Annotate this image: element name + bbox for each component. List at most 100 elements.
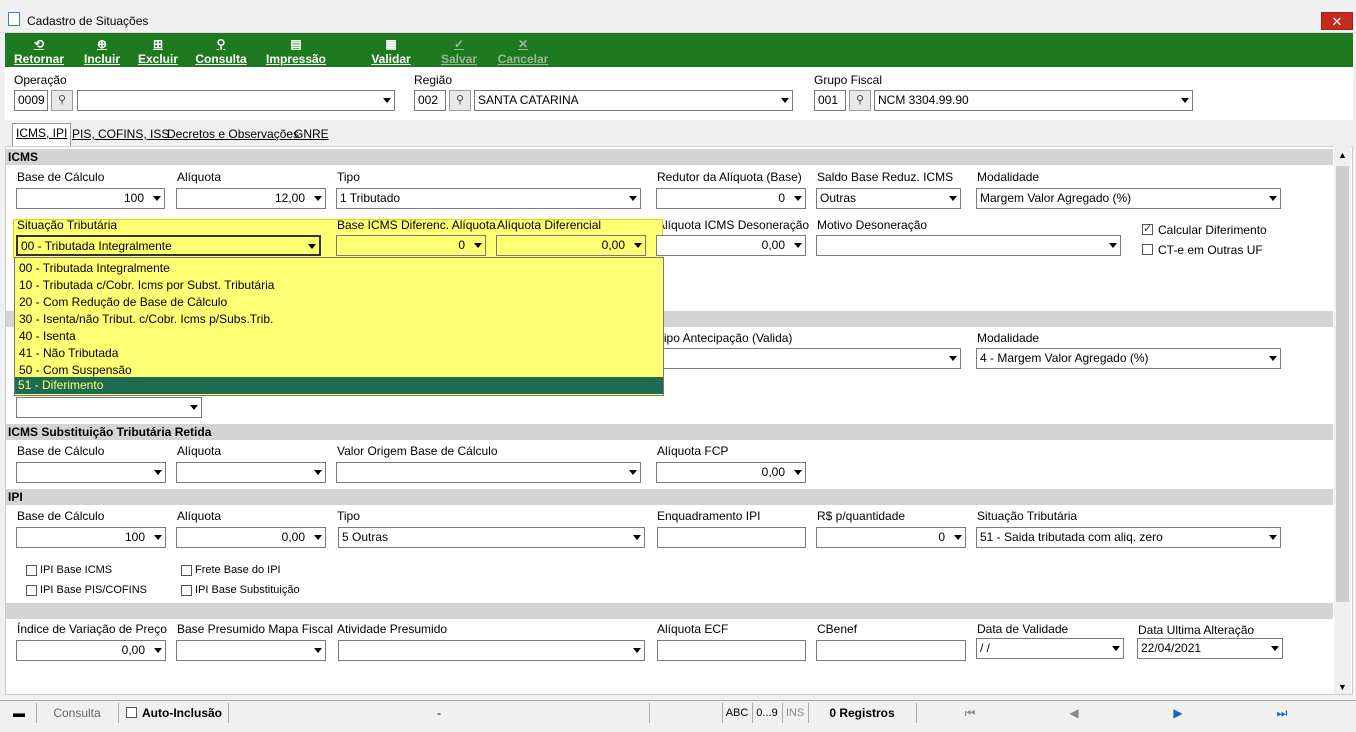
delete-icon: ⊞: [152, 37, 164, 51]
aliqdif-input[interactable]: 0,00: [496, 235, 646, 256]
operacao-select[interactable]: [77, 90, 395, 111]
validade-input[interactable]: / /: [976, 638, 1124, 659]
option-20[interactable]: 20 - Com Redução de Base de Cálculo: [19, 295, 227, 309]
retida-base-select[interactable]: [16, 462, 166, 483]
consulta-status-button[interactable]: Consulta: [40, 703, 114, 723]
cbenef-input[interactable]: [816, 640, 966, 661]
grupo-code-input[interactable]: 001: [814, 90, 846, 111]
subst-checkbox[interactable]: [181, 585, 192, 596]
incluir-button[interactable]: ⊕ Incluir: [81, 33, 123, 67]
option-00[interactable]: 00 - Tributada Integralmente: [19, 261, 170, 275]
calc-dif-checkbox[interactable]: [1142, 222, 1153, 235]
chevron-down-icon: [633, 648, 641, 653]
aliqecf-input[interactable]: [657, 640, 806, 661]
grupo-select[interactable]: NCM 3304.99.90: [874, 90, 1193, 111]
ativ-select[interactable]: [338, 640, 645, 661]
cancelar-button[interactable]: ✕ Cancelar: [497, 33, 549, 67]
salvar-button[interactable]: ✓ Salvar: [439, 33, 479, 67]
option-51-selected[interactable]: 51 - Diferimento: [15, 377, 663, 394]
saldo-label: Saldo Base Reduz. ICMS: [817, 170, 954, 184]
indice-input[interactable]: 0,00: [16, 640, 166, 661]
consulta-button[interactable]: ⚲ Consulta: [195, 33, 247, 67]
redutor-input[interactable]: 0: [656, 188, 806, 209]
operacao-label: Operação: [14, 73, 67, 87]
next-record-icon[interactable]: ▶: [1168, 703, 1188, 723]
ipi-pis-checkbox[interactable]: [26, 585, 37, 596]
cte-checkbox[interactable]: [1142, 244, 1153, 255]
chevron-down-icon: [954, 535, 962, 540]
basepres-select[interactable]: [176, 640, 326, 661]
impressao-button[interactable]: ▤ Impressão: [263, 33, 329, 67]
ipi-tipo-select[interactable]: 5 Outras: [338, 527, 645, 548]
close-button[interactable]: ✕: [1321, 12, 1353, 30]
first-record-icon[interactable]: ⏮: [960, 703, 980, 723]
option-40[interactable]: 40 - Isenta: [19, 329, 76, 343]
chevron-down-icon: [308, 244, 316, 249]
st-extra-select[interactable]: [16, 397, 202, 418]
validar-label: Validar: [371, 52, 411, 66]
option-41[interactable]: 41 - Não Tributada: [19, 346, 118, 360]
ultima-input[interactable]: 22/04/2021: [1137, 638, 1283, 659]
retida-aliq-label: Alíquota: [177, 444, 222, 458]
option-30[interactable]: 30 - Isenta/não Tribut. c/Cobr. Icms p/S…: [19, 312, 273, 326]
option-50[interactable]: 50 - Com Suspensão: [19, 363, 132, 377]
tab-gnre[interactable]: GNRE: [291, 125, 332, 145]
last-record-icon[interactable]: ⏭: [1272, 703, 1292, 723]
chevron-down-icon: [1269, 535, 1277, 540]
auto-inclusao-checkbox[interactable]: [126, 707, 137, 718]
icms-tipo-select[interactable]: 1 Tributado: [336, 188, 641, 209]
option-10[interactable]: 10 - Tributada c/Cobr. Icms por Subst. T…: [19, 278, 274, 292]
st-modal-select[interactable]: 4 - Margem Valor Agregado (%): [976, 348, 1281, 369]
retida-aliq-select[interactable]: [176, 462, 326, 483]
prev-record-icon[interactable]: ◀: [1064, 703, 1084, 723]
icms-modal-select[interactable]: Margem Valor Agregado (%): [976, 188, 1281, 209]
scroll-up-icon[interactable]: ▲: [1338, 150, 1347, 160]
excluir-button[interactable]: ⊞ Excluir: [137, 33, 179, 67]
regiao-label: Região: [414, 73, 453, 87]
validade-label: Data de Validade: [977, 622, 1069, 636]
fcp-input[interactable]: 0,00: [656, 462, 806, 483]
ipi-base-icms-checkbox[interactable]: [26, 565, 37, 576]
chevron-down-icon: [1269, 196, 1277, 201]
chevron-down-icon: [1181, 98, 1189, 103]
motivo-select[interactable]: [816, 235, 1121, 256]
incluir-label: Incluir: [83, 52, 120, 66]
validar-button[interactable]: ▦ Validar: [369, 33, 413, 67]
icms-base-input[interactable]: 100: [16, 188, 165, 209]
scrollbar-thumb[interactable]: [1336, 166, 1349, 602]
retida-valor-select[interactable]: [336, 462, 641, 483]
enq-input[interactable]: [657, 527, 806, 548]
situacao-select[interactable]: 00 - Tributada Integralmente: [16, 235, 321, 256]
regiao-code-input[interactable]: 002: [414, 90, 446, 111]
regiao-select[interactable]: SANTA CATARINA: [474, 90, 793, 111]
aliqdes-input[interactable]: 0,00: [656, 235, 806, 256]
operacao-search-icon[interactable]: ⚲: [51, 90, 73, 111]
ipi-base-input[interactable]: 100: [16, 527, 166, 548]
rsq-input[interactable]: 0: [816, 527, 966, 548]
tab-bar: ICMS, IPI PIS, COFINS, ISS Decretos e Ob…: [5, 120, 1353, 146]
redutor-label: Redutor da Alíquota (Base): [657, 170, 802, 184]
chevron-down-icon: [474, 243, 482, 248]
frete-label: Frete Base do IPI: [195, 564, 281, 576]
basedif-input[interactable]: 0: [336, 235, 486, 256]
frete-checkbox[interactable]: [181, 565, 192, 576]
scroll-down-icon[interactable]: ▼: [1338, 682, 1347, 692]
ipi-aliq-input[interactable]: 0,00: [176, 527, 326, 548]
saldo-select[interactable]: Outras: [816, 188, 961, 209]
retornar-button[interactable]: ⟲ Retornar: [11, 33, 67, 67]
ultima-value: 22/04/2021: [1141, 641, 1202, 655]
separator: [808, 703, 809, 723]
operacao-code-input[interactable]: 0009: [14, 90, 48, 111]
icms-aliq-input[interactable]: 12,00: [176, 188, 326, 209]
rsq-label: R$ p/quantidade: [817, 509, 906, 523]
tab-decretos[interactable]: Decretos e Observações: [164, 125, 302, 145]
tab-pis-cofins[interactable]: PIS, COFINS, ISS: [69, 125, 172, 145]
salvar-label: Salvar: [440, 52, 478, 66]
grupo-search-icon[interactable]: ⚲: [849, 90, 871, 111]
regiao-search-icon[interactable]: ⚲: [449, 90, 471, 111]
chevron-down-icon: [383, 98, 391, 103]
tipo-ant-select[interactable]: [656, 348, 961, 369]
ipi-sit-select[interactable]: 51 - Saida tributada com aliq. zero: [976, 527, 1281, 548]
aliqdif-value: 0,00: [601, 238, 625, 252]
tab-icms-ipi[interactable]: ICMS, IPI: [12, 123, 72, 146]
